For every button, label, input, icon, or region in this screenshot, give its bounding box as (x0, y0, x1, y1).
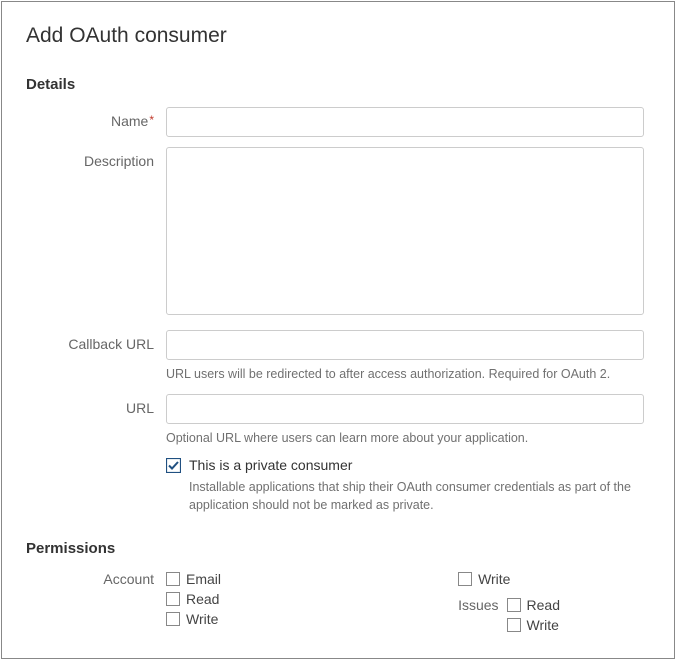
oauth-consumer-form: Add OAuth consumer Details Name* Descrip… (1, 1, 675, 659)
details-heading: Details (26, 76, 650, 93)
option-label: Read (186, 591, 219, 607)
private-consumer-row: This is a private consumer Installable a… (26, 457, 650, 514)
account-write-option[interactable]: Write (166, 611, 221, 627)
checkbox-icon (507, 598, 521, 612)
issues-write-option[interactable]: Write (507, 617, 560, 633)
checkbox-icon (458, 572, 472, 586)
name-label: Name* (26, 107, 166, 129)
url-help: Optional URL where users can learn more … (166, 430, 644, 448)
url-row: URL Optional URL where users can learn m… (26, 394, 650, 448)
callback-help: URL users will be redirected to after ac… (166, 366, 644, 384)
permissions-row: Account Email Read Write (26, 571, 650, 633)
description-row: Description (26, 147, 650, 320)
issues-read-option[interactable]: Read (507, 597, 560, 613)
issues-group: Issues Read Write (458, 597, 560, 633)
url-label: URL (26, 394, 166, 416)
private-consumer-help: Installable applications that ship their… (166, 479, 644, 514)
option-label: Read (527, 597, 560, 613)
required-asterisk: * (149, 113, 154, 127)
option-label: Write (527, 617, 559, 633)
account-read-option[interactable]: Read (166, 591, 221, 607)
checkbox-icon (507, 618, 521, 632)
account-group-label: Account (26, 571, 166, 587)
permissions-heading: Permissions (26, 540, 650, 557)
checkbox-icon (166, 592, 180, 606)
private-consumer-label: This is a private consumer (189, 457, 352, 473)
issues-group-label: Issues (458, 597, 498, 613)
option-label: Email (186, 571, 221, 587)
col2-write-option[interactable]: Write (458, 571, 560, 587)
account-email-option[interactable]: Email (166, 571, 221, 587)
account-options: Email Read Write (166, 571, 221, 633)
private-consumer-checkbox[interactable] (166, 458, 181, 473)
url-input[interactable] (166, 394, 644, 424)
callback-label: Callback URL (26, 330, 166, 352)
callback-row: Callback URL URL users will be redirecte… (26, 330, 650, 384)
checkbox-icon (166, 572, 180, 586)
description-input[interactable] (166, 147, 644, 315)
option-label: Write (478, 571, 510, 587)
checkbox-icon (166, 612, 180, 626)
option-label: Write (186, 611, 218, 627)
callback-url-input[interactable] (166, 330, 644, 360)
description-label: Description (26, 147, 166, 169)
page-title: Add OAuth consumer (26, 24, 650, 48)
name-input[interactable] (166, 107, 644, 137)
name-row: Name* (26, 107, 650, 137)
